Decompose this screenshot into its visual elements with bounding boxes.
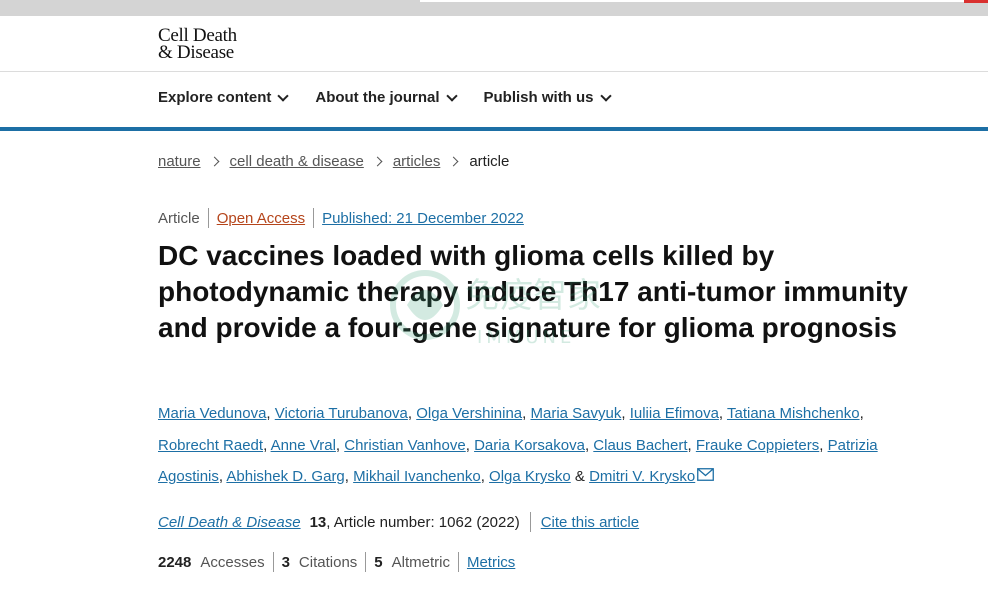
author-link[interactable]: Tatiana Mishchenko <box>727 405 860 422</box>
chevron-right-icon <box>372 156 383 167</box>
nav-explore-content[interactable]: Explore content <box>158 89 290 106</box>
author-link[interactable]: Iuliia Efimova <box>630 405 719 422</box>
author-separator: , <box>407 405 417 422</box>
chevron-down-icon <box>599 89 612 102</box>
author-link[interactable]: Maria Savyuk <box>530 405 621 422</box>
metrics-divider <box>272 552 274 572</box>
author-separator: , <box>263 436 271 454</box>
author-separator: , <box>344 468 354 485</box>
breadcrumb: nature cell death & disease articles art… <box>158 153 509 170</box>
author-link[interactable]: Frauke Coppieters <box>696 437 819 454</box>
journal-name-link[interactable]: Cell Death & Disease <box>158 514 301 531</box>
header-divider <box>0 71 988 72</box>
meta-divider <box>207 208 209 228</box>
breadcrumb-articles[interactable]: articles <box>393 153 441 170</box>
author-separator: , <box>819 436 828 454</box>
journal-divider <box>529 512 531 532</box>
author-separator: , <box>621 405 630 422</box>
main-nav: Explore content About the journal Publis… <box>158 89 638 106</box>
accesses-count: 2248 <box>158 553 192 571</box>
author-link[interactable]: Mikhail Ivanchenko <box>353 468 481 485</box>
chevron-down-icon <box>445 89 458 102</box>
author-separator: , <box>480 468 490 485</box>
author-separator: , <box>335 436 345 454</box>
author-link[interactable]: Claus Bachert <box>593 437 687 454</box>
author-separator: , <box>465 436 475 454</box>
article-title: DC vaccines loaded with glioma cells kil… <box>158 240 908 343</box>
author-separator: , <box>266 405 275 422</box>
published-date-link[interactable]: Published: 21 December 2022 <box>322 210 524 227</box>
accesses-label: Accesses <box>200 553 265 571</box>
breadcrumb-current: article <box>469 153 510 170</box>
citations-count: 3 <box>281 553 290 571</box>
author-link[interactable]: Anne Vral <box>271 437 336 454</box>
nav-about-the-journal[interactable]: About the journal <box>315 89 458 106</box>
metrics-link[interactable]: Metrics <box>467 554 515 571</box>
article-type: Article <box>158 209 200 227</box>
author-separator: , <box>687 436 696 454</box>
author-list: Maria Vedunova, Victoria Turubanova, Olg… <box>158 398 918 493</box>
accent-bar <box>0 127 988 131</box>
logo-line-2: & Disease <box>158 42 234 63</box>
author-separator: , <box>859 405 864 422</box>
author-separator: & <box>570 468 590 485</box>
article-metrics: 2248 Accesses 3 Citations 5 Altmetric Me… <box>158 552 515 572</box>
meta-divider <box>313 208 315 228</box>
nav-explore-content-label: Explore content <box>158 89 272 106</box>
altmetric-count: 5 <box>374 553 383 571</box>
author-separator: , <box>718 405 727 422</box>
article-meta: Article Open Access Published: 21 Decemb… <box>158 208 524 228</box>
nav-about-the-journal-label: About the journal <box>315 89 440 106</box>
author-link[interactable]: Maria Vedunova <box>158 405 266 422</box>
browser-top-strip <box>0 0 988 16</box>
top-red-mark <box>964 0 988 3</box>
article-number: , Article number: 1062 (2022) <box>326 513 520 531</box>
metrics-divider <box>457 552 459 572</box>
open-access-link[interactable]: Open Access <box>217 210 305 227</box>
breadcrumb-nature[interactable]: nature <box>158 153 201 170</box>
author-link[interactable]: Olga Krysko <box>489 468 571 485</box>
journal-logo[interactable]: Cell Death & Disease <box>158 26 237 63</box>
chevron-right-icon <box>448 156 459 167</box>
journal-citation: Cell Death & Disease 13 , Article number… <box>158 512 639 532</box>
nav-publish-with-us-label: Publish with us <box>483 89 594 106</box>
author-link[interactable]: Daria Korsakova <box>474 437 585 454</box>
author-link[interactable]: Robrecht Raedt <box>158 437 263 454</box>
citations-label: Citations <box>298 553 358 571</box>
journal-volume: 13 <box>309 513 327 531</box>
mail-icon[interactable] <box>697 467 715 481</box>
author-link[interactable]: Victoria Turubanova <box>275 405 408 422</box>
top-search-box[interactable] <box>420 0 965 2</box>
author-link[interactable]: Abhishek D. Garg <box>226 468 344 485</box>
chevron-right-icon <box>209 156 219 167</box>
altmetric-label: Altmetric <box>391 553 450 571</box>
author-link[interactable]: Dmitri V. Krysko <box>589 468 695 485</box>
cite-this-article-link[interactable]: Cite this article <box>541 514 639 531</box>
nav-publish-with-us[interactable]: Publish with us <box>483 89 612 106</box>
author-link[interactable]: Olga Vershinina <box>416 405 522 422</box>
metrics-divider <box>365 552 367 572</box>
chevron-down-icon <box>277 89 290 102</box>
breadcrumb-cell-death-disease[interactable]: cell death & disease <box>230 153 364 170</box>
author-link[interactable]: Christian Vanhove <box>344 437 465 454</box>
